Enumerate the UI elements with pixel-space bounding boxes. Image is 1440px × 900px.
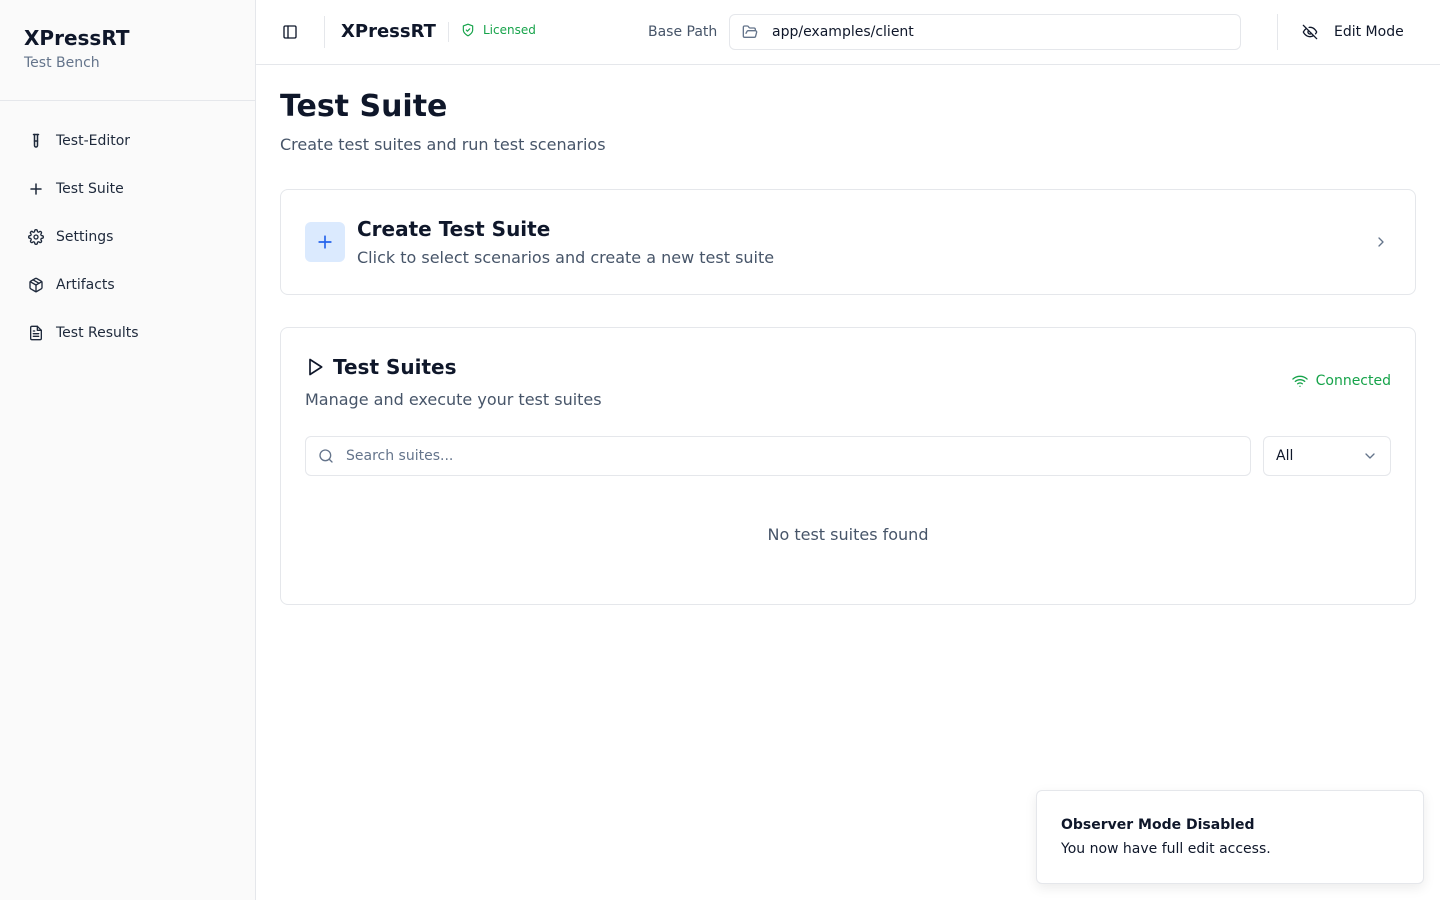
search-icon [318,448,334,464]
app-name: XPressRT [24,26,130,50]
sidebar-item-test-suite[interactable]: Test Suite [8,169,247,209]
connection-status-label: Connected [1315,373,1391,389]
page-title: Test Suite [280,89,448,124]
license-label: Licensed [483,23,536,37]
sidebar-item-label: Settings [56,229,114,245]
toast-title: Observer Mode Disabled [1061,817,1255,833]
test-suites-subtitle: Manage and execute your test suites [305,390,602,409]
chevron-down-icon [1362,448,1378,464]
status-filter-select[interactable]: All [1263,436,1391,476]
license-badge: Licensed [461,23,536,37]
divider [1277,14,1278,50]
sidebar-item-label: Test Results [56,325,139,341]
plus-icon [28,181,44,197]
sidebar-item-test-results[interactable]: Test Results [8,313,247,353]
test-suites-card: Test Suites Manage and execute your test… [280,327,1416,605]
app-subtitle: Test Bench [24,55,100,71]
chevron-right-icon [1373,234,1389,250]
sidebar-item-settings[interactable]: Settings [8,217,247,257]
create-card-title: Create Test Suite [357,217,551,241]
folder-open-icon [742,24,758,40]
test-suites-title: Test Suites [333,355,457,379]
test-suites-heading: Test Suites [305,354,457,380]
edit-mode-label: Edit Mode [1334,24,1404,40]
edit-mode-button[interactable]: Edit Mode [1292,14,1414,50]
sidebar-item-label: Test-Editor [56,133,131,149]
toast-description: You now have full edit access. [1061,841,1271,857]
shield-check-icon [461,23,475,37]
sidebar-item-label: Test Suite [56,181,124,197]
status-filter-value: All [1276,448,1294,464]
panel-left-icon [282,24,298,40]
play-icon [305,357,325,377]
create-card-subtitle: Click to select scenarios and create a n… [357,248,775,267]
create-test-suite-card[interactable]: Create Test Suite Click to select scenar… [280,189,1416,295]
base-path-value: app/examples/client [772,24,914,40]
sidebar-toggle-button[interactable] [278,20,302,44]
search-box [305,436,1251,476]
brand-title: XPressRT [341,21,436,42]
toast-notification[interactable]: Observer Mode Disabled You now have full… [1036,790,1424,884]
file-text-icon [28,325,44,341]
sidebar-nav: Test-Editor Test Suite Settings Artifact… [0,101,255,353]
base-path-field[interactable]: app/examples/client [729,14,1241,50]
search-input[interactable] [346,448,1226,464]
sidebar-item-test-editor[interactable]: Test-Editor [8,121,247,161]
wifi-icon [1291,373,1308,389]
sidebar-item-label: Artifacts [56,277,115,293]
divider [324,16,325,48]
divider [448,22,449,42]
test-tube-icon [28,133,44,149]
sidebar-item-artifacts[interactable]: Artifacts [8,265,247,305]
page-subtitle: Create test suites and run test scenario… [280,135,606,154]
eye-off-icon [1302,24,1318,40]
sidebar-header: XPressRT Test Bench [0,0,255,101]
plus-icon [305,222,345,262]
base-path-label: Base Path [648,24,718,40]
connection-status: Connected [1291,373,1391,389]
top-bar: XPressRT Licensed Base Path app/examples… [256,0,1440,65]
gear-icon [28,229,44,245]
sidebar: XPressRT Test Bench Test-Editor Test Sui… [0,0,256,900]
package-icon [28,277,44,293]
empty-state-text: No test suites found [767,525,929,544]
